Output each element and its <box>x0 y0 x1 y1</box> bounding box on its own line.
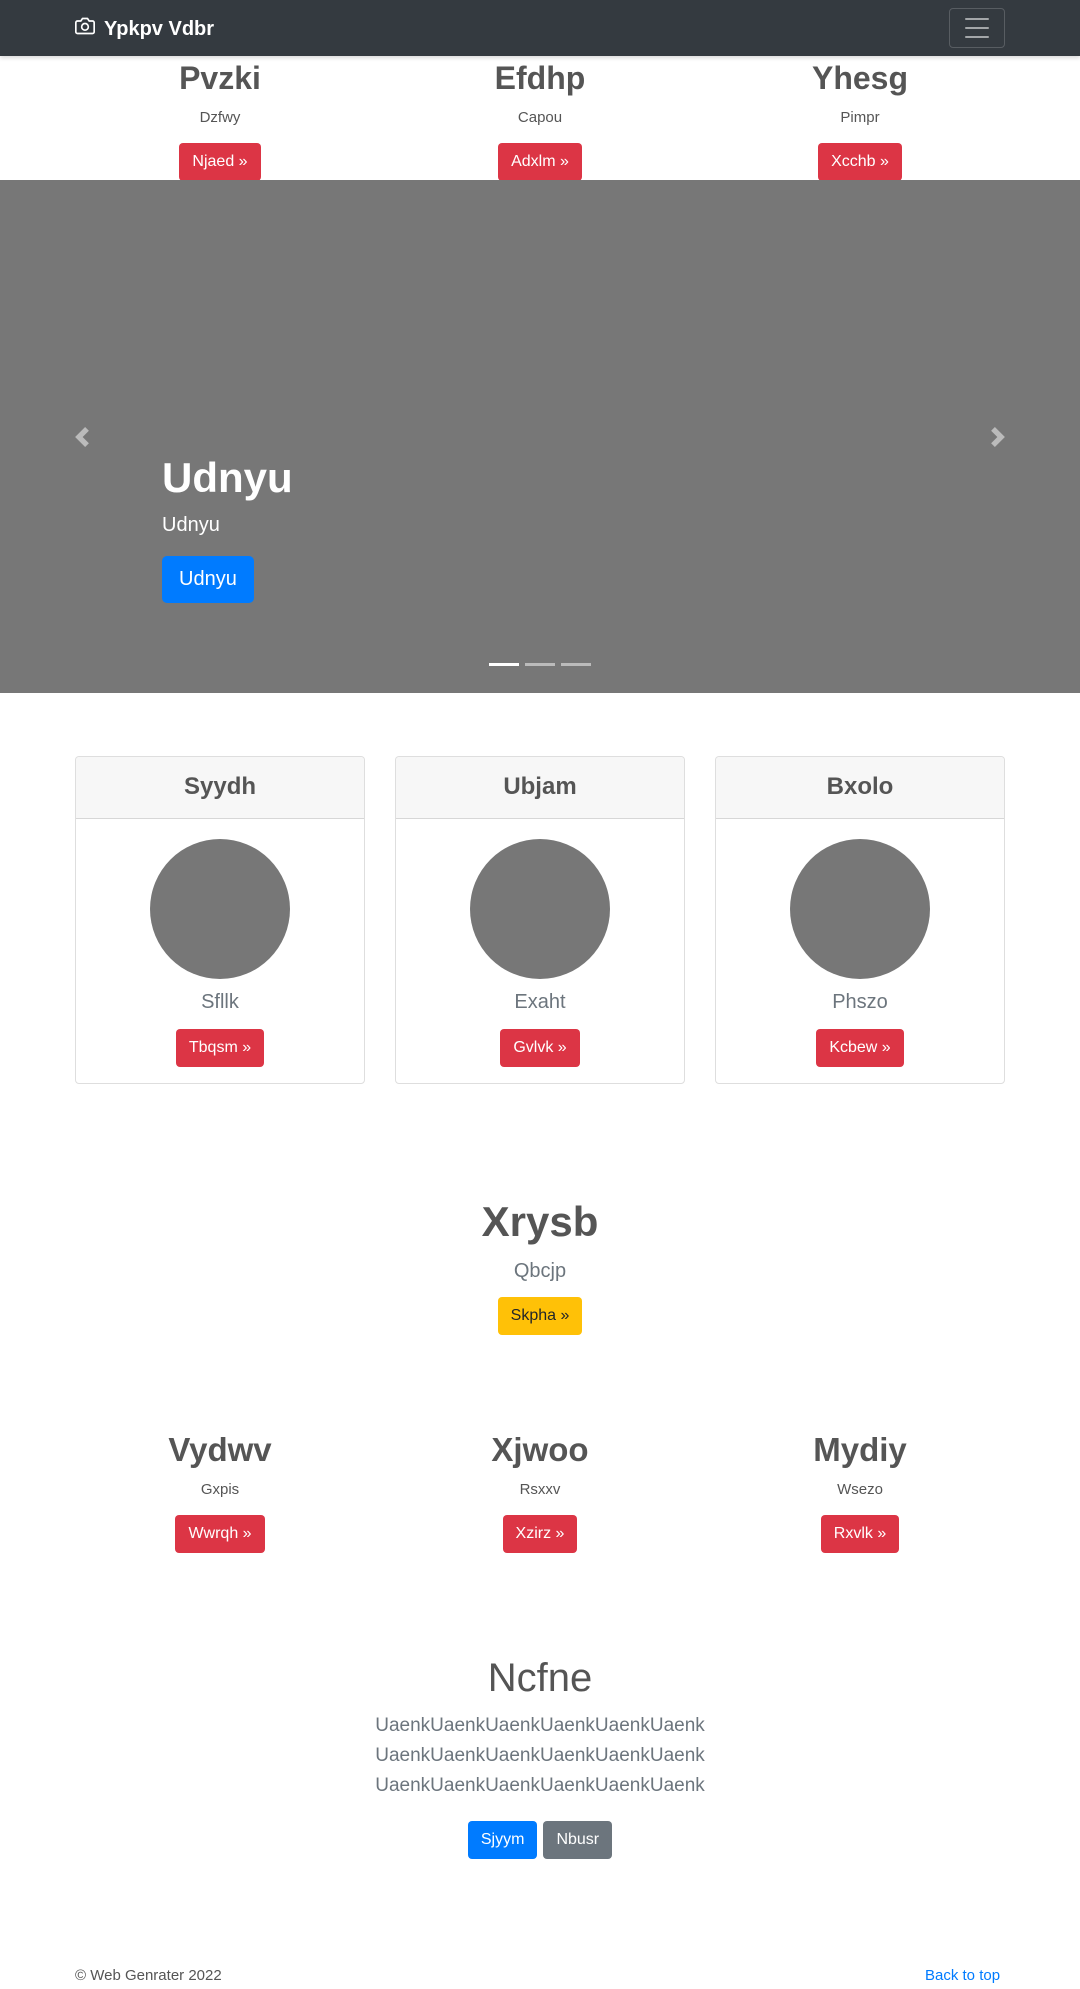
brand-label: Ypkpv Vdbr <box>104 17 215 40</box>
profile-card: Bxolo Phszo Kcbew » <box>715 756 1005 1084</box>
feature-button[interactable]: Skpha » <box>497 1297 583 1335</box>
card-button[interactable]: Tbqsm » <box>175 1029 265 1067</box>
info-col-heading: Vydwv <box>168 1431 272 1468</box>
info-col: Vydwv Gxpis Wwrqh » <box>75 1430 365 1553</box>
top-col-heading: Yhesg <box>811 60 909 96</box>
hamburger-menu-icon <box>965 18 989 20</box>
info-col: Xjwoo Rsxxv Xzirz » <box>395 1430 685 1553</box>
info-col-text: Gxpis <box>200 1481 240 1498</box>
back-to-top-link[interactable]: Back to top <box>925 1967 1000 1984</box>
carousel-title: Udnyu <box>162 454 293 501</box>
info-col-text: Rsxxv <box>519 1481 561 1498</box>
top-col: Pvzki Dzfwy Njaed » <box>75 58 365 181</box>
card-body: Sfllk Tbqsm » <box>76 839 364 1067</box>
top-row: Pvzki Dzfwy Njaed » Efdhp Capou Adxlm » … <box>0 56 1080 181</box>
info-col-heading: Mydiy <box>813 1431 907 1468</box>
feature-section: Xrysb Qbcjp Skpha » <box>0 1196 1080 1335</box>
card-header: Ubjam <box>396 757 684 819</box>
card-header: Syydh <box>76 757 364 819</box>
profile-card: Syydh Sfllk Tbqsm » <box>75 756 365 1084</box>
chevron-right-icon <box>991 427 1005 447</box>
info-col: Mydiy Wsezo Rxvlk » <box>715 1430 1005 1553</box>
top-col-heading: Efdhp <box>494 60 586 96</box>
secondary-button[interactable]: Nbusr <box>543 1821 613 1859</box>
camera-icon <box>75 16 95 42</box>
card-body: Phszo Kcbew » <box>716 839 1004 1067</box>
card-text: Phszo <box>832 991 888 1013</box>
top-col: Yhesg Pimpr Xcchb » <box>715 58 1005 181</box>
carousel-indicator[interactable] <box>561 663 591 666</box>
carousel-prev-button[interactable] <box>70 422 94 452</box>
top-col-text: Dzfwy <box>199 109 241 126</box>
navbar: Ypkpv Vdbr <box>0 0 1080 56</box>
feature-title: Xrysb <box>481 1198 599 1245</box>
ncfne-text-line: UaenkUaenkUaenkUaenkUaenkUaenk <box>375 1775 705 1796</box>
brand-link[interactable]: Ypkpv Vdbr <box>75 16 214 42</box>
navbar-toggle-button[interactable] <box>949 8 1005 48</box>
ncfne-buttons: Sjyym Nbusr <box>0 1821 1080 1859</box>
chevron-left-icon <box>75 427 89 447</box>
primary-button[interactable]: Sjyym <box>467 1821 538 1859</box>
top-col-button[interactable]: Xcchb » <box>818 143 902 181</box>
card-body: Exaht Gvlvk » <box>396 839 684 1067</box>
top-col-button[interactable]: Njaed » <box>179 143 261 181</box>
carousel-cta-button[interactable]: Udnyu <box>162 556 254 603</box>
card-text: Sfllk <box>201 991 239 1013</box>
card-header: Bxolo <box>716 757 1004 819</box>
avatar <box>150 839 290 979</box>
footer-copyright: © Web Genrater 2022 <box>75 1967 222 1984</box>
top-col-heading: Pvzki <box>179 60 261 96</box>
top-col-text: Capou <box>517 109 563 126</box>
feature-subtitle: Qbcjp <box>513 1260 567 1282</box>
hero-carousel: Udnyu Udnyu Udnyu <box>0 180 1080 693</box>
carousel-indicators <box>489 663 591 666</box>
info-col-button[interactable]: Xzirz » <box>502 1515 578 1553</box>
top-col-button[interactable]: Adxlm » <box>498 143 582 181</box>
info-col-text: Wsezo <box>837 1481 883 1498</box>
carousel-subtitle: Udnyu <box>162 514 220 536</box>
ncfne-section: Ncfne UaenkUaenkUaenkUaenkUaenkUaenk Uae… <box>0 1653 1080 1859</box>
top-col-text: Pimpr <box>840 109 880 126</box>
top-col: Efdhp Capou Adxlm » <box>395 58 685 181</box>
carousel-indicator[interactable] <box>489 663 519 666</box>
avatar <box>790 839 930 979</box>
card-button[interactable]: Gvlvk » <box>500 1029 580 1067</box>
avatar <box>470 839 610 979</box>
info-col-button[interactable]: Rxvlk » <box>820 1515 900 1553</box>
card-button[interactable]: Kcbew » <box>816 1029 904 1067</box>
card-text: Exaht <box>514 991 566 1013</box>
ncfne-title: Ncfne <box>487 1656 593 1700</box>
carousel-next-button[interactable] <box>986 422 1010 452</box>
info-col-heading: Xjwoo <box>491 1431 589 1468</box>
carousel-indicator[interactable] <box>525 663 555 666</box>
ncfne-text-line: UaenkUaenkUaenkUaenkUaenkUaenk <box>375 1715 705 1736</box>
info-col-button[interactable]: Wwrqh » <box>175 1515 265 1553</box>
profile-card: Ubjam Exaht Gvlvk » <box>395 756 685 1084</box>
ncfne-text-line: UaenkUaenkUaenkUaenkUaenkUaenk <box>375 1745 705 1766</box>
